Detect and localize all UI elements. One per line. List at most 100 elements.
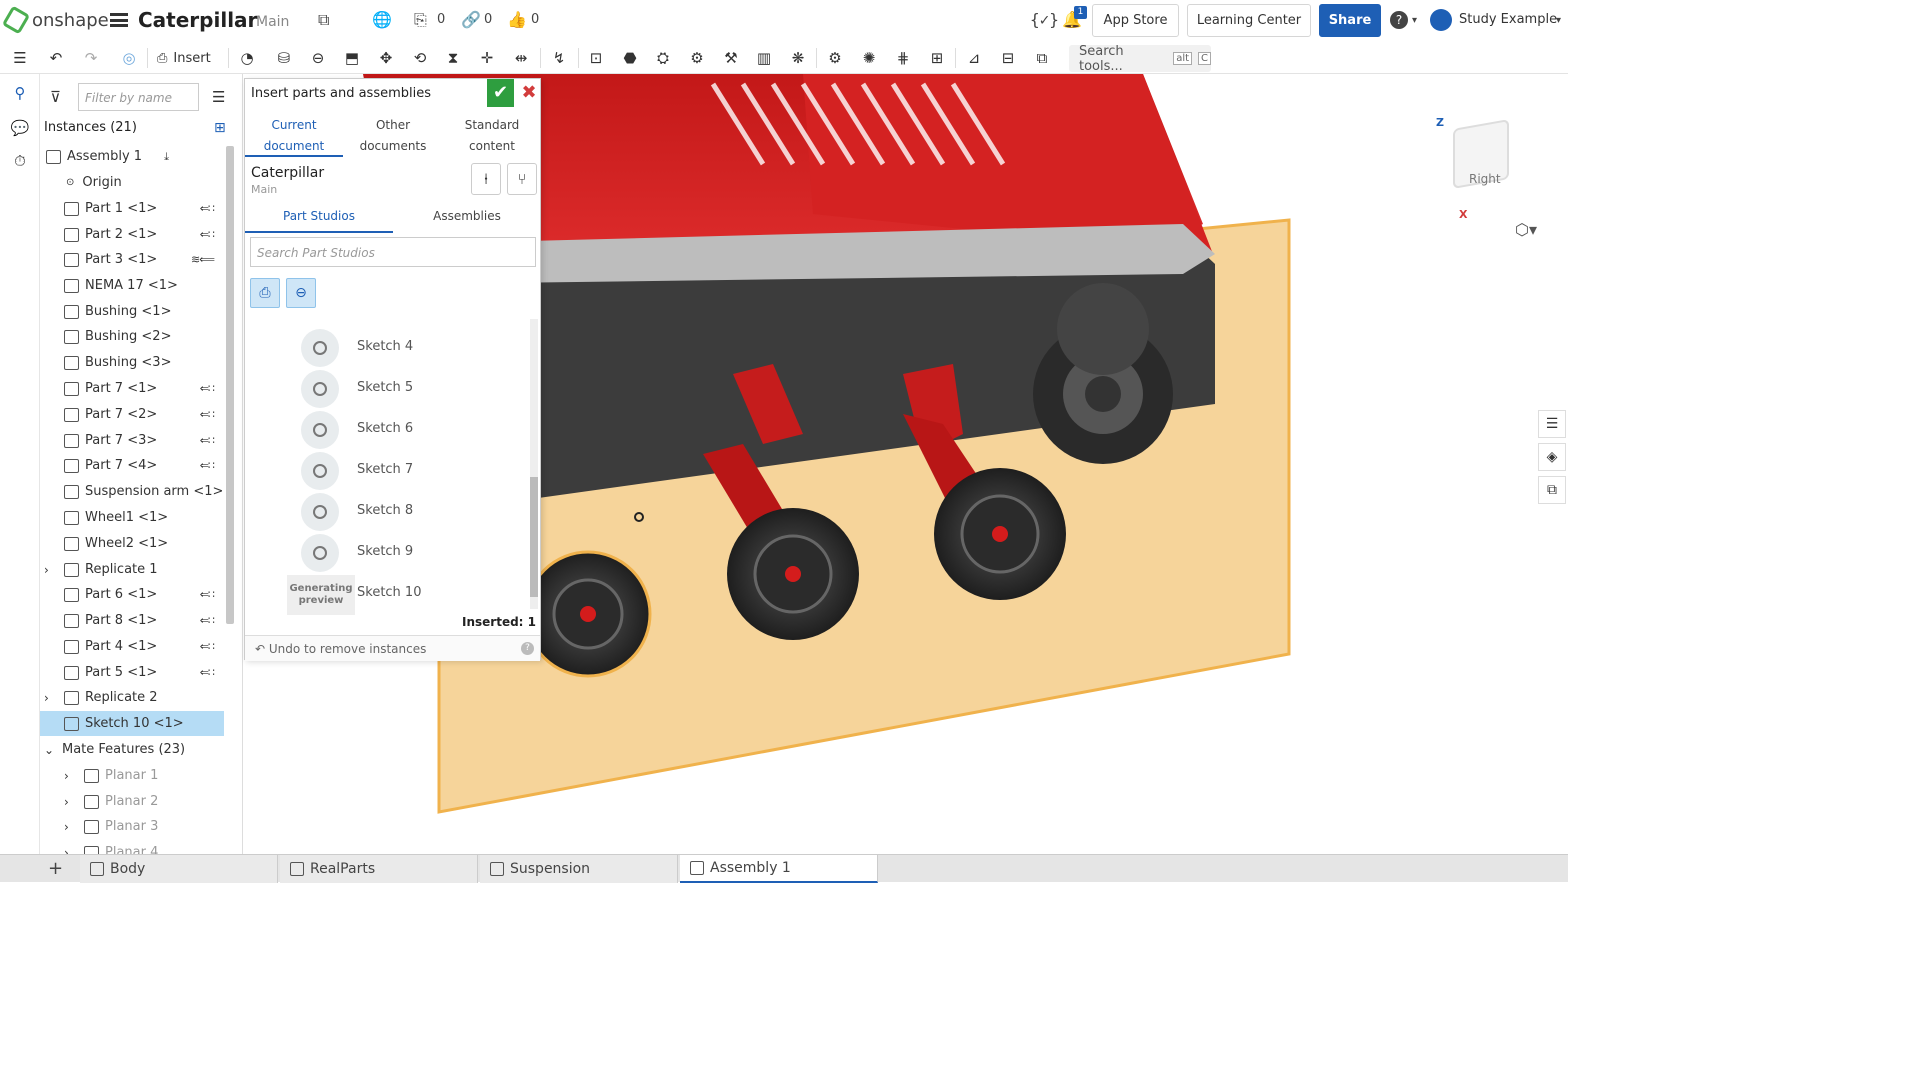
undo-icon[interactable]: ↶: [45, 47, 67, 69]
like-icon[interactable]: 👍: [507, 10, 527, 29]
instance-item[interactable]: Part 5 <1> ⇐∷: [40, 660, 224, 685]
avatar[interactable]: [1430, 9, 1452, 31]
instance-item[interactable]: Sketch 10 <1>: [40, 711, 224, 736]
filter-icon[interactable]: ⊽: [50, 88, 61, 106]
circular-pattern-icon[interactable]: ✺: [858, 47, 880, 69]
subtab-part-studios[interactable]: Part Studios: [245, 203, 393, 233]
history-icon[interactable]: ⏱: [10, 152, 30, 172]
confirm-check-icon[interactable]: ✔: [487, 79, 514, 107]
screw-relation-icon[interactable]: ⚒: [720, 47, 742, 69]
instance-item[interactable]: › Replicate 2: [40, 685, 224, 710]
instance-item[interactable]: Suspension arm <1>: [40, 479, 224, 504]
chevron-right-icon[interactable]: ›: [44, 563, 49, 577]
link-icon[interactable]: 🔗: [461, 10, 481, 29]
chevron-right-icon[interactable]: ›: [44, 691, 49, 705]
sketch-item[interactable]: Sketch 6: [245, 409, 528, 449]
instance-item[interactable]: Part 3 <1> ≋⟸: [40, 247, 224, 272]
pattern-icon[interactable]: ⚙: [824, 47, 846, 69]
fix-assembly-icon[interactable]: ⤓: [164, 150, 169, 164]
help-icon[interactable]: ?: [1390, 11, 1408, 29]
tab-current-document[interactable]: Current document: [245, 115, 343, 157]
tab-realparts[interactable]: RealParts: [280, 855, 478, 883]
sketch-item[interactable]: Sketch 9: [245, 532, 528, 572]
sketch-item[interactable]: Sketch 7: [245, 450, 528, 490]
tab-standard-content[interactable]: Standard content: [443, 115, 541, 157]
insert-options-button[interactable]: ⍿: [471, 163, 501, 195]
tab-other-documents[interactable]: Other documents: [344, 115, 442, 157]
close-icon[interactable]: ✖: [517, 79, 541, 107]
comments-icon[interactable]: 💬: [10, 119, 30, 139]
chevron-right-icon[interactable]: ›: [64, 769, 69, 783]
fastened-mate-icon[interactable]: ⛁: [273, 47, 295, 69]
pin-slot-mate-icon[interactable]: ⧗: [442, 47, 464, 69]
view-cube[interactable]: Right Z X: [1433, 104, 1513, 221]
copy-document-icon[interactable]: ⧉: [318, 10, 329, 30]
planar-mate-icon[interactable]: ✥: [375, 47, 397, 69]
wheel-2[interactable]: [934, 468, 1066, 600]
section-view-icon[interactable]: ⧉: [1031, 47, 1053, 69]
rollback-icon[interactable]: ◎: [118, 47, 140, 69]
new-folder-icon[interactable]: ⊞: [214, 120, 226, 136]
cylindrical-mate-icon[interactable]: ⟲: [409, 47, 431, 69]
app-store-button[interactable]: App Store: [1092, 4, 1179, 37]
subtab-assemblies[interactable]: Assemblies: [393, 203, 541, 233]
instance-item[interactable]: Bushing <1>: [40, 299, 224, 324]
mate-feature-item[interactable]: › Planar 1: [40, 763, 224, 788]
parts-list-icon[interactable]: ☰: [1538, 410, 1566, 438]
chevron-right-icon[interactable]: ›: [64, 820, 69, 834]
user-menu-chevron-icon[interactable]: ▾: [1556, 15, 1561, 26]
tangent-mate-icon[interactable]: ↯: [548, 47, 570, 69]
undo-remove-instances[interactable]: ↶ Undo to remove instances?: [245, 635, 540, 661]
gear-relation-icon[interactable]: ⛭: [652, 47, 674, 69]
instance-item[interactable]: Part 4 <1> ⇐∷: [40, 634, 224, 659]
list-scrollbar[interactable]: [226, 146, 234, 624]
add-feature-icon[interactable]: ⚲: [10, 84, 30, 104]
parallel-mate-icon[interactable]: ⇹: [510, 47, 532, 69]
instance-item[interactable]: Wheel1 <1>: [40, 505, 224, 530]
ball-mate-icon[interactable]: ✛: [476, 47, 498, 69]
instance-item[interactable]: ⊙ Origin: [40, 170, 224, 195]
sketch-item[interactable]: Sketch 4: [245, 327, 528, 367]
explode-icon[interactable]: ⋕: [892, 47, 914, 69]
revolute-mate-icon[interactable]: ⊖: [307, 47, 329, 69]
chevron-down-icon[interactable]: ▾: [1412, 15, 1417, 26]
instance-item[interactable]: Part 7 <1> ⇐∷: [40, 376, 224, 401]
named-position-icon[interactable]: ⊞: [926, 47, 948, 69]
filter-sketches-icon[interactable]: ⊖: [286, 278, 316, 308]
mate-connector-icon[interactable]: ◔: [236, 47, 258, 69]
redo-icon[interactable]: ↷: [80, 47, 102, 69]
help-icon[interactable]: ?: [521, 642, 534, 655]
wheel-3[interactable]: [524, 550, 652, 678]
instance-item[interactable]: Part 7 <3> ⇐∷: [40, 428, 224, 453]
dialog-scrollbar-thumb[interactable]: [530, 477, 538, 597]
copies-icon[interactable]: ⎘: [414, 10, 427, 30]
instance-item[interactable]: Assembly 1 ⤓: [40, 144, 224, 169]
share-button[interactable]: Share: [1319, 4, 1381, 37]
linear-relation-icon[interactable]: ▥: [753, 47, 775, 69]
rack-pinion-icon[interactable]: ⚙: [686, 47, 708, 69]
globe-icon[interactable]: 🌐: [372, 10, 392, 29]
variables-icon[interactable]: {✓}: [1030, 10, 1059, 29]
user-name[interactable]: Study Example: [1459, 12, 1557, 27]
tab-body[interactable]: Body: [80, 855, 278, 883]
instance-item[interactable]: Bushing <2>: [40, 324, 224, 349]
group-icon[interactable]: ⊡: [585, 47, 607, 69]
measure-icon[interactable]: ⊿: [963, 47, 985, 69]
instance-item[interactable]: Part 1 <1> ⇐∷: [40, 196, 224, 221]
chevron-down-icon[interactable]: ⌄: [44, 743, 54, 757]
view-options-icon[interactable]: ⬡▾: [1515, 220, 1537, 239]
tab-assembly-1[interactable]: Assembly 1: [680, 855, 878, 883]
slider-mate-icon[interactable]: ⬒: [341, 47, 363, 69]
instance-item[interactable]: Part 2 <1> ⇐∷: [40, 222, 224, 247]
instance-item[interactable]: Part 8 <1> ⇐∷: [40, 608, 224, 633]
instance-item[interactable]: Part 7 <4> ⇐∷: [40, 453, 224, 478]
add-tab-icon[interactable]: +: [48, 858, 63, 879]
filter-input[interactable]: Filter by name: [78, 83, 199, 111]
wheel-1[interactable]: [727, 508, 859, 640]
instance-item[interactable]: › Replicate 1: [40, 557, 224, 582]
instance-item[interactable]: NEMA 17 <1>: [40, 273, 224, 298]
sketch-item[interactable]: Sketch 5: [245, 368, 528, 408]
mate-feature-item[interactable]: › Planar 2: [40, 789, 224, 814]
tab-suspension[interactable]: Suspension: [480, 855, 678, 883]
search-part-studios-input[interactable]: Search Part Studios: [250, 237, 536, 267]
